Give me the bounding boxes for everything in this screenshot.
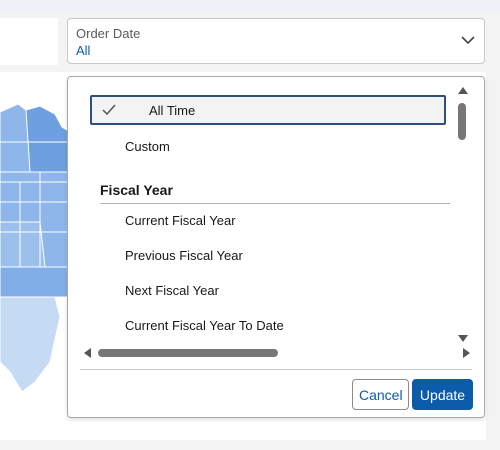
- horizontal-scroll-thumb[interactable]: [98, 349, 278, 357]
- map-region-great-lakes[interactable]: [25, 105, 70, 173]
- map-region-plains[interactable]: [0, 221, 46, 268]
- update-button[interactable]: Update: [412, 379, 473, 410]
- left-card: [0, 18, 58, 65]
- filter-label: Order Date: [76, 26, 141, 41]
- cancel-button[interactable]: Cancel: [352, 379, 409, 410]
- option-label: Next Fiscal Year: [125, 283, 219, 298]
- option-label: Current Fiscal Year To Date: [125, 318, 284, 333]
- horizontal-scrollbar[interactable]: [84, 348, 470, 358]
- scroll-right-arrow-icon[interactable]: [463, 348, 470, 358]
- map-region-texas[interactable]: [0, 296, 61, 393]
- options-list: All Time Custom Fiscal Year Current Fisc…: [80, 87, 450, 347]
- group-divider: [100, 203, 450, 204]
- top-strip: [0, 0, 500, 10]
- check-icon: [102, 104, 116, 116]
- option-current-fiscal-year[interactable]: Current Fiscal Year: [80, 206, 450, 236]
- date-options-popover: All Time Custom Fiscal Year Current Fisc…: [67, 76, 485, 418]
- option-next-fiscal-year[interactable]: Next Fiscal Year: [80, 276, 450, 306]
- option-label: All Time: [149, 103, 196, 118]
- group-heading-fiscal-year: Fiscal Year: [100, 182, 173, 198]
- option-label: Current Fiscal Year: [125, 213, 236, 228]
- scroll-left-arrow-icon[interactable]: [84, 348, 91, 358]
- order-date-filter[interactable]: Order Date All: [67, 18, 485, 64]
- scroll-down-arrow-icon[interactable]: [458, 335, 468, 342]
- option-label: Previous Fiscal Year: [125, 248, 243, 263]
- us-map[interactable]: [0, 72, 70, 440]
- scroll-up-arrow-icon[interactable]: [458, 87, 468, 94]
- option-label: Custom: [125, 139, 170, 154]
- filter-value: All: [76, 43, 91, 58]
- option-all-time[interactable]: All Time: [90, 95, 446, 125]
- chevron-down-icon[interactable]: [460, 32, 476, 48]
- map-region-south[interactable]: [0, 266, 70, 298]
- footer-divider: [80, 369, 472, 370]
- option-custom[interactable]: Custom: [80, 132, 450, 162]
- vertical-scrollbar[interactable]: [458, 87, 468, 343]
- option-current-fiscal-year-to-date[interactable]: Current Fiscal Year To Date: [80, 311, 450, 341]
- option-previous-fiscal-year[interactable]: Previous Fiscal Year: [80, 241, 450, 271]
- vertical-scroll-thumb[interactable]: [458, 103, 466, 140]
